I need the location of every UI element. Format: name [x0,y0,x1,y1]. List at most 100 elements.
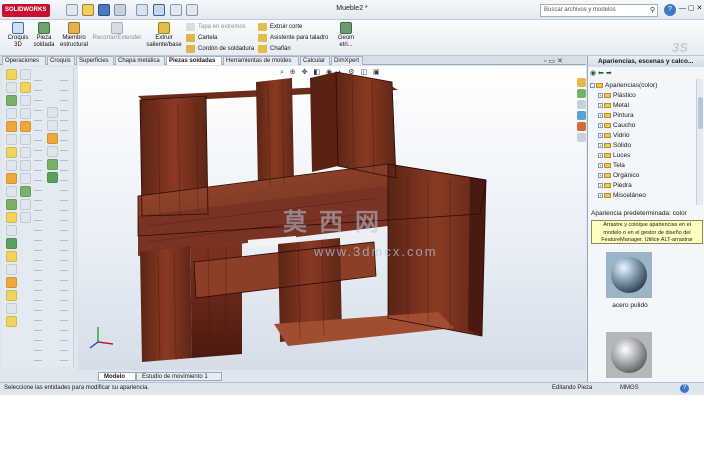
tree-item-vidrio[interactable]: + Vidrio [590,131,694,141]
reference-geometry-button[interactable]: Geom etri... [336,22,356,49]
mirror-icon[interactable] [6,199,17,210]
zoom-area-icon[interactable] [47,120,58,131]
tab-calcular[interactable]: Calcular [300,56,330,65]
panel-window-icons[interactable]: ▫ ▭ ✕ [544,57,563,65]
tab-chapa-metalica[interactable]: Chapa metálica [115,56,165,65]
search-icon[interactable]: ⚲ [650,6,655,14]
relation-icon[interactable] [6,303,17,314]
collapse-icon[interactable]: - [590,82,595,88]
expand-icon[interactable]: + [598,102,603,108]
section-view-icon[interactable] [47,172,58,183]
tree-item-plastico[interactable]: + Plástico [590,91,694,101]
flex-icon[interactable] [20,186,31,197]
polygon-icon[interactable] [6,121,17,132]
expand-icon[interactable]: + [598,152,603,158]
point-icon[interactable] [6,147,17,158]
swatch-chrome[interactable] [606,332,652,378]
dimension-icon[interactable] [6,316,17,327]
loft-icon[interactable] [20,108,31,119]
tab-modelo[interactable]: Modelo [98,372,136,381]
view-orientation-icon[interactable] [47,146,58,157]
pattern-icon[interactable] [6,238,17,249]
pan-icon[interactable] [47,133,58,144]
tab-dimxpert[interactable]: DimXpert [331,56,363,65]
tree-scrollbar[interactable] [696,79,703,205]
fillet-icon[interactable] [6,173,17,184]
weldment-button[interactable]: Pieza soldada [32,22,56,49]
tree-item-miscelaneo[interactable]: + Misceláneo [590,191,694,201]
trim-extend-button[interactable]: Recortar/Extender [92,22,142,42]
trim-icon[interactable] [6,212,17,223]
spline-icon[interactable] [6,134,17,145]
sweep-icon[interactable] [20,95,31,106]
tab-herramientas-moldes[interactable]: Herramientas de moldes [223,56,299,65]
tree-item-organico[interactable]: + Orgánico [590,171,694,181]
appearances-tab-icon[interactable] [577,122,586,131]
offset-icon[interactable] [6,186,17,197]
tree-item-luces[interactable]: + Luces [590,151,694,161]
display-style-icon[interactable] [47,159,58,170]
shell-icon[interactable] [20,121,31,132]
tree-item-caucho[interactable]: + Caucho [590,121,694,131]
tree-item-metal[interactable]: + Metal [590,101,694,111]
scale-icon[interactable] [6,277,17,288]
status-units[interactable]: MMGS [620,383,639,394]
wrap-icon[interactable] [20,173,31,184]
expand-icon[interactable]: + [598,122,603,128]
tree-item-pintura[interactable]: + Pintura [590,111,694,121]
expand-icon[interactable]: + [598,92,603,98]
library-tab-icon[interactable] [577,89,586,98]
window-controls[interactable]: — ▢ ✕ [679,4,702,12]
expand-icon[interactable]: + [598,112,603,118]
rib-icon[interactable] [20,134,31,145]
gusset-button[interactable]: Cartela [186,33,217,43]
tab-operaciones[interactable]: Operaciones [2,56,46,65]
explorer-tab-icon[interactable] [577,100,586,109]
expand-icon[interactable]: + [598,192,603,198]
split-icon[interactable] [20,212,31,223]
end-cap-button[interactable]: Tapa en extremos [186,22,246,32]
deform-icon[interactable] [20,199,31,210]
expand-icon[interactable]: + [598,132,603,138]
expand-icon[interactable]: + [598,162,603,168]
structural-member-button[interactable]: Miembro estructural [58,22,90,49]
hole-wizard-button[interactable]: Asistente para taladro [258,33,328,43]
extrude-cut-button[interactable]: Extruir corte [258,22,302,32]
tab-croquis[interactable]: Croquis [47,56,75,65]
expand-icon[interactable]: + [598,172,603,178]
extrude-icon[interactable] [20,69,31,80]
swatch-acero-pulido[interactable] [606,252,652,298]
status-help-icon[interactable]: ? [680,384,689,393]
tree-item-tela[interactable]: + Tela [590,161,694,171]
tree-scroll-thumb[interactable] [698,97,703,129]
search-tab-icon[interactable] [577,111,586,120]
tree-root[interactable]: - Apariencias(color) [590,81,694,91]
graphics-area[interactable]: ⌕ ⊕ ✥ ◧ ◉ ◐ ⚙ ◫ ▣ 莫西网 www.3dmcx.com [78,66,586,370]
task-pane-nav-icons[interactable]: ◉ ⬅ ➡ [590,69,612,77]
resources-tab-icon[interactable] [577,78,586,87]
search-input[interactable]: Buscar archivos y modelos ⚲ [540,4,658,17]
extend-icon[interactable] [6,225,17,236]
tab-piezas-soldadas[interactable]: Piezas soldadas [166,56,222,65]
extrude-boss-button[interactable]: Extruir saliente/base [145,22,183,49]
arc-icon[interactable] [6,108,17,119]
zoom-fit-icon[interactable] [47,107,58,118]
revolve-icon[interactable] [20,82,31,93]
sketch-3d-button[interactable]: Croquis 3D [6,22,30,49]
move-icon[interactable] [6,251,17,262]
text-icon[interactable] [6,160,17,171]
properties-tab-icon[interactable] [577,133,586,142]
expand-icon[interactable]: + [598,182,603,188]
draft-icon[interactable] [20,147,31,158]
copy-icon[interactable] [6,290,17,301]
weld-bead-button[interactable]: Cordón de soldadura [186,44,254,54]
dome-icon[interactable] [20,160,31,171]
expand-icon[interactable]: + [598,142,603,148]
tab-superficies[interactable]: Superficies [76,56,114,65]
tree-item-piedra[interactable]: + Piedra [590,181,694,191]
circle-icon[interactable] [6,95,17,106]
rectangle-icon[interactable] [6,82,17,93]
tree-item-solido[interactable]: + Sólido [590,141,694,151]
help-icon[interactable]: ? [664,4,676,16]
rotate-icon[interactable] [6,264,17,275]
